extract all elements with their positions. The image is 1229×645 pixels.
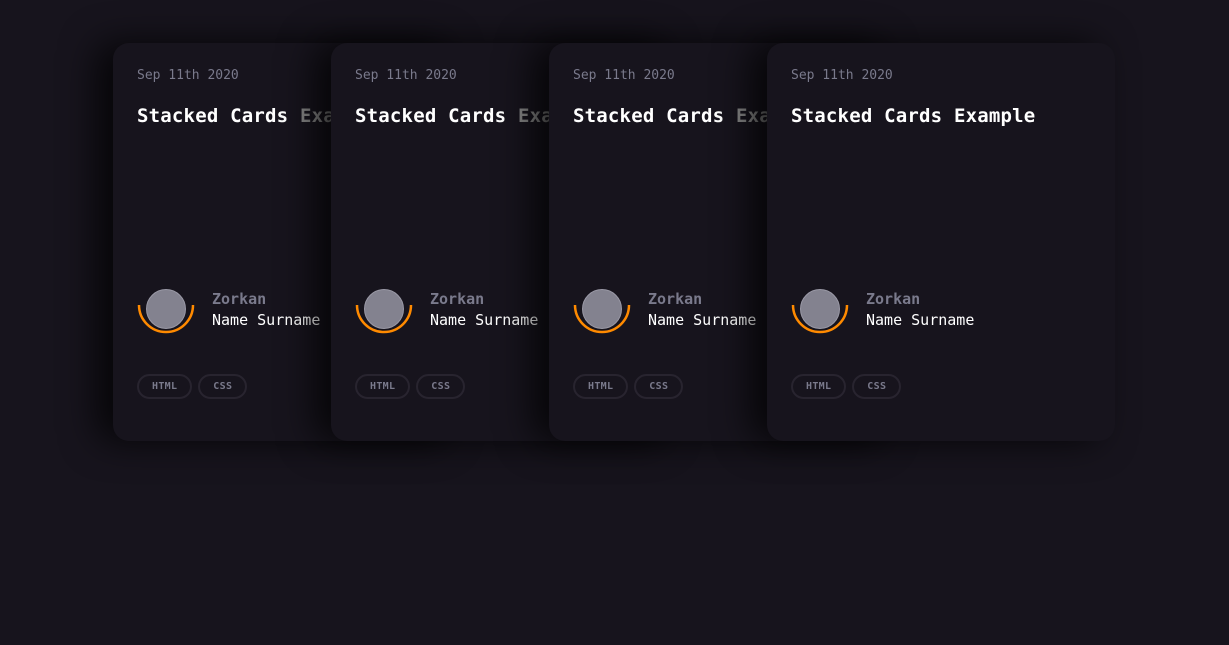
author-name[interactable]: Name Surname: [212, 309, 320, 331]
card-date: Sep 11th 2020: [137, 68, 239, 83]
author-label: Zorkan: [866, 290, 921, 308]
tag-css[interactable]: CSS: [634, 374, 684, 399]
card-author: Zorkan Name Surname: [791, 287, 1111, 339]
author-name[interactable]: Name Surname: [648, 309, 756, 331]
tag-css[interactable]: CSS: [852, 374, 902, 399]
author-label: Zorkan: [430, 290, 485, 308]
tag-html[interactable]: HTML: [573, 374, 629, 399]
card-date: Sep 11th 2020: [355, 68, 457, 83]
avatar-wrap: [137, 287, 195, 339]
avatar[interactable]: [146, 289, 186, 329]
card-date: Sep 11th 2020: [573, 68, 675, 83]
card-tags: HTML CSS: [573, 374, 689, 399]
card-title-part1: Stacked Cards: [137, 105, 289, 127]
author-label: Zorkan: [212, 290, 267, 308]
tag-html[interactable]: HTML: [137, 374, 193, 399]
author-info: Zorkan Name Surname: [430, 289, 538, 331]
author-name[interactable]: Name Surname: [866, 309, 974, 331]
tag-css[interactable]: CSS: [198, 374, 248, 399]
card-tags: HTML CSS: [355, 374, 471, 399]
avatar[interactable]: [364, 289, 404, 329]
card-title-part1: Stacked Cards: [355, 105, 507, 127]
card-title-part1: Stacked Cards: [791, 105, 943, 127]
card-tags: HTML CSS: [137, 374, 253, 399]
avatar[interactable]: [800, 289, 840, 329]
author-info: Zorkan Name Surname: [866, 289, 974, 331]
card[interactable]: Sep 11th 2020 Stacked Cards Example Zork…: [767, 43, 1115, 441]
avatar[interactable]: [582, 289, 622, 329]
author-name[interactable]: Name Surname: [430, 309, 538, 331]
author-label: Zorkan: [648, 290, 703, 308]
card-title-part1: Stacked Cards: [573, 105, 725, 127]
card-title-part2: Example: [953, 105, 1036, 127]
tag-html[interactable]: HTML: [791, 374, 847, 399]
avatar-wrap: [573, 287, 631, 339]
author-info: Zorkan Name Surname: [212, 289, 320, 331]
card-date: Sep 11th 2020: [791, 68, 893, 83]
author-info: Zorkan Name Surname: [648, 289, 756, 331]
card-tags: HTML CSS: [791, 374, 907, 399]
avatar-wrap: [355, 287, 413, 339]
card-title[interactable]: Stacked Cards Example: [791, 105, 1035, 127]
tag-html[interactable]: HTML: [355, 374, 411, 399]
card-stack: Sep 11th 2020 Stacked Cards Example Zork…: [113, 43, 1115, 441]
tag-css[interactable]: CSS: [416, 374, 466, 399]
avatar-wrap: [791, 287, 849, 339]
